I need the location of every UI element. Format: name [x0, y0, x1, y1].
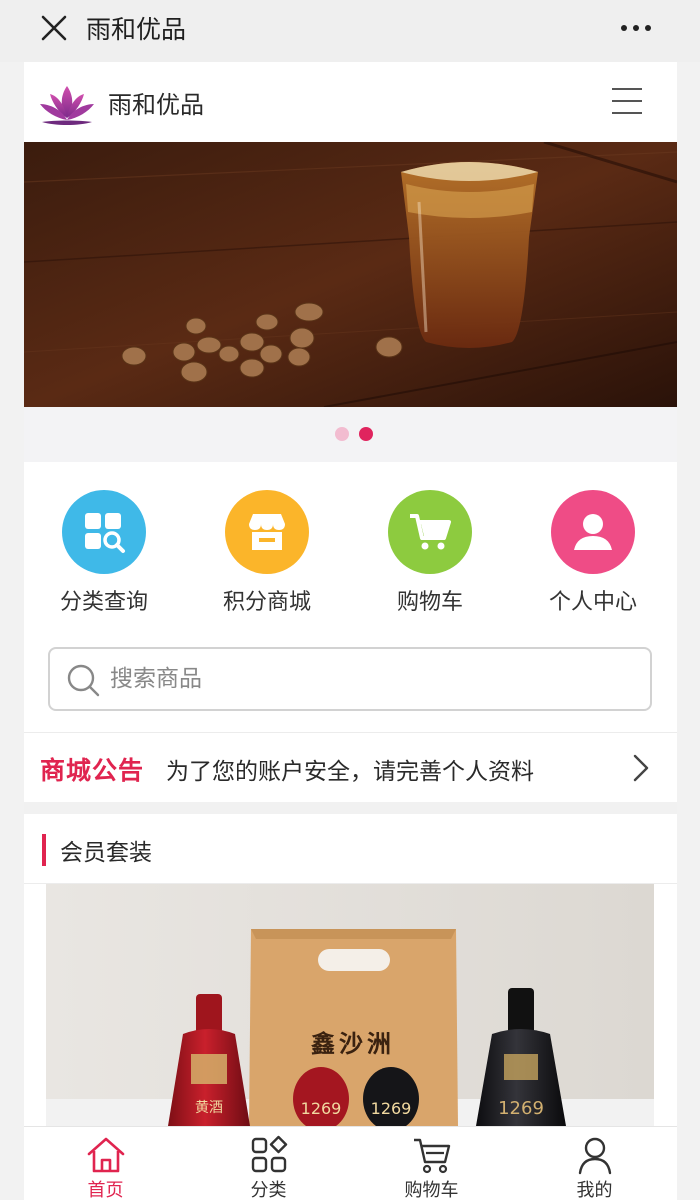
notice-text: 为了您的账户安全，请完善个人资料 [166, 759, 534, 785]
close-icon[interactable] [38, 12, 70, 44]
quick-link-label: 分类查询 [59, 590, 148, 615]
user-icon [551, 490, 635, 574]
home-icon [87, 1137, 124, 1173]
red-bottle-label: 黄酒 [195, 1099, 223, 1116]
cart-icon [388, 490, 472, 574]
section-title: 会员套装 [60, 840, 152, 866]
wechat-title: 雨和优品 [86, 15, 187, 44]
search-bar [48, 647, 652, 711]
tab-profile[interactable]: 我的 [513, 1127, 676, 1200]
quick-links: 分类查询 积分商城 购物车 个人中心 [24, 462, 677, 637]
bottom-tab-bar: 首页 分类 购物车 我的 [24, 1126, 677, 1200]
search-input[interactable] [110, 657, 630, 701]
page-content: 雨和优品 分类查询 积分商城 购物车 个人中心 搜索商品 商城公告 为了您的账户… [24, 62, 677, 1126]
quick-link-label: 积分商城 [222, 590, 311, 615]
quick-link-label: 购物车 [396, 590, 463, 615]
box-bottle-number: 1269 [301, 1099, 342, 1118]
brand-name: 雨和优品 [108, 91, 204, 119]
section-header: 会员套装 [24, 814, 677, 884]
quick-link-points-mall[interactable]: 积分商城 [202, 490, 332, 616]
product-image: 鑫沙洲 1269 1269 黄酒 1269 [46, 884, 654, 1126]
carousel-indicators [24, 407, 677, 462]
lotus-logo-icon [40, 86, 94, 125]
search-icon [67, 664, 100, 697]
tab-label: 首页 [87, 1180, 124, 1200]
tab-home[interactable]: 首页 [24, 1127, 187, 1200]
black-bottle-number: 1269 [498, 1098, 544, 1119]
category-icon [251, 1135, 287, 1173]
section-accent-bar [42, 834, 46, 866]
more-options-icon[interactable] [616, 14, 656, 42]
carousel-dot[interactable] [335, 427, 349, 441]
quick-link-category-search[interactable]: 分类查询 [39, 490, 169, 616]
menu-icon[interactable] [611, 86, 643, 116]
banner-image [24, 142, 677, 407]
tab-category[interactable]: 分类 [187, 1127, 350, 1200]
category-search-icon [62, 490, 146, 574]
notice-tag: 商城公告 [40, 756, 145, 785]
wechat-top-bar: 雨和优品 [0, 0, 700, 62]
box-text: 鑫沙洲 [311, 1029, 395, 1058]
site-header: 雨和优品 [24, 62, 677, 142]
product-card[interactable]: 鑫沙洲 1269 1269 黄酒 1269 [46, 884, 654, 1126]
quick-link-cart[interactable]: 购物车 [365, 490, 495, 616]
carousel-dot-active[interactable] [359, 427, 373, 441]
box-bottle-number: 1269 [371, 1099, 412, 1118]
cart-icon [413, 1138, 450, 1174]
store-icon [225, 490, 309, 574]
mall-notice[interactable]: 商城公告 为了您的账户安全，请完善个人资料 [24, 732, 677, 802]
tab-label: 分类 [250, 1180, 287, 1200]
section-divider [24, 802, 677, 814]
banner-carousel[interactable] [24, 142, 677, 407]
tab-cart[interactable]: 购物车 [350, 1127, 513, 1200]
chevron-right-icon [633, 754, 649, 782]
profile-icon [578, 1137, 611, 1175]
quick-link-user-center[interactable]: 个人中心 [528, 490, 658, 616]
quick-link-label: 个人中心 [548, 590, 637, 615]
tab-label: 我的 [576, 1180, 613, 1200]
tab-label: 购物车 [404, 1180, 459, 1200]
